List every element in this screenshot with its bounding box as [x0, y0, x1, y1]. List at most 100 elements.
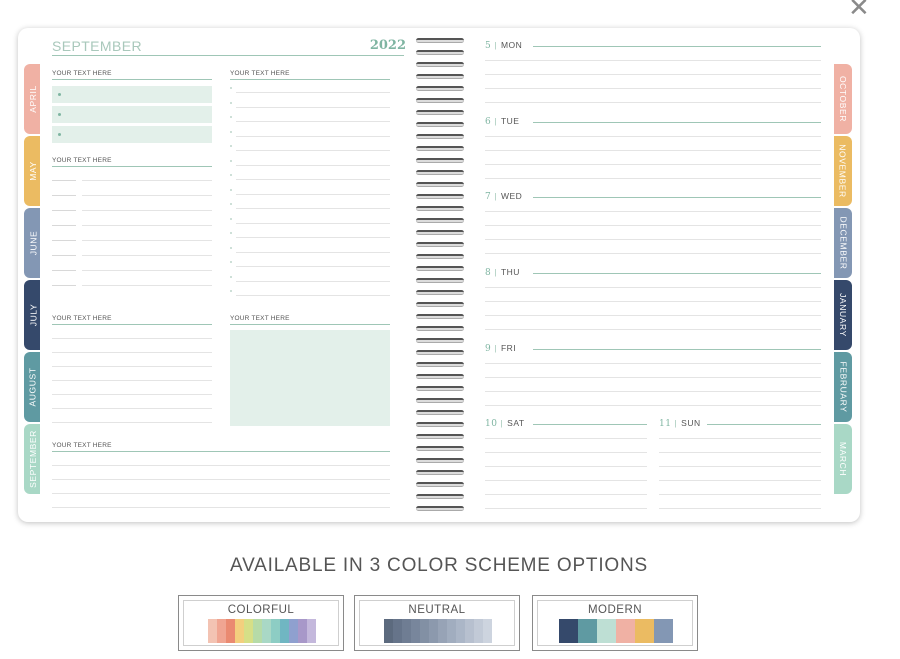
day-rule [533, 273, 821, 274]
spiral-coil [416, 302, 464, 307]
color-swatch [384, 619, 393, 643]
list-line [236, 266, 390, 267]
color-scheme-option-modern[interactable]: MODERN [532, 595, 698, 651]
note-line [52, 479, 390, 480]
spiral-coil [416, 62, 464, 67]
left-tab-label: JUNE [28, 230, 39, 256]
list-line [236, 92, 390, 93]
bullet-dot [230, 275, 232, 278]
day-heading: 6 | TUE [485, 116, 519, 127]
bullet-dot [230, 159, 232, 162]
day-line [485, 315, 821, 316]
day-line [485, 494, 647, 495]
color-scheme-label: MODERN [587, 604, 643, 616]
section-label: YOUR TEXT HERE [52, 442, 112, 449]
color-scheme-option-colorful[interactable]: COLORFUL [178, 595, 344, 651]
day-name: SUN [681, 418, 701, 428]
spiral-coil [416, 386, 464, 391]
color-scheme-option-neutral[interactable]: NEUTRAL [354, 595, 520, 651]
month-tab-january[interactable]: JANUARY [834, 280, 852, 350]
section-label: YOUR TEXT HERE [52, 157, 112, 164]
color-swatch [465, 619, 474, 643]
right-tab-label: MARCH [838, 441, 849, 477]
title-rule [52, 55, 404, 56]
section-rule [230, 79, 390, 80]
bullet-dot [58, 113, 61, 116]
bullet-dot [230, 188, 232, 191]
spiral-coil [416, 458, 464, 463]
day-number: 11 [659, 419, 672, 429]
list-line [236, 280, 390, 282]
section-rule [230, 324, 390, 325]
color-swatch [474, 619, 483, 643]
day-divider: | [494, 343, 497, 353]
spiral-coil [416, 230, 464, 235]
grid-line [82, 195, 212, 196]
year-label: 2022 [369, 38, 406, 53]
day-line [659, 466, 821, 467]
left-tab-label: JULY [28, 303, 38, 327]
list-line [236, 179, 390, 180]
grid-line [82, 255, 212, 256]
grid-dash [52, 240, 76, 241]
list-line [236, 193, 390, 195]
day-line [485, 150, 821, 151]
list-line [236, 121, 390, 122]
color-swatch [307, 619, 316, 643]
spiral-coil [416, 314, 464, 319]
list-line [236, 237, 390, 238]
day-number: 5 [485, 41, 492, 51]
left-tab-label: MAY [28, 161, 38, 181]
grid-dash [52, 195, 76, 196]
color-scheme-heading: AVAILABLE IN 3 COLOR SCHEME OPTIONS [230, 555, 648, 576]
right-page: 5 | MON 6 | TUE 7 | WED 8 | THU 9 | FRI 10 | SAT 11 | SUN [471, 28, 835, 522]
note-line [52, 352, 212, 353]
color-swatch [298, 619, 307, 643]
grid-dash [52, 255, 76, 256]
day-rule [707, 424, 821, 425]
day-name: WED [500, 191, 523, 201]
spiral-coil [416, 170, 464, 175]
day-line [485, 452, 647, 453]
day-line [485, 60, 821, 61]
day-line [485, 74, 821, 75]
day-line [485, 239, 821, 240]
day-line [659, 494, 821, 495]
right-tab-label: DECEMBER [838, 216, 849, 270]
color-swatch [447, 619, 456, 643]
spiral-coil [416, 254, 464, 259]
note-line [52, 422, 212, 423]
note-line [52, 338, 212, 339]
left-tab-label: AUGUST [28, 367, 38, 407]
spiral-coil [416, 446, 464, 451]
month-tab-december[interactable]: DECEMBER [834, 208, 852, 278]
day-divider: | [674, 418, 678, 428]
color-swatch [578, 619, 597, 643]
section-rule [52, 451, 390, 452]
month-tab-march[interactable]: MARCH [834, 424, 852, 494]
color-swatch [208, 619, 217, 643]
spiral-coil [416, 218, 464, 223]
spiral-coil [416, 482, 464, 487]
close-icon[interactable]: ✕ [848, 0, 870, 20]
spiral-coil [416, 98, 464, 103]
color-swatch [280, 619, 289, 643]
checklist-row [52, 106, 212, 123]
month-tab-november[interactable]: NOVEMBER [834, 136, 852, 206]
color-swatch [235, 619, 244, 643]
spiral-coil [416, 38, 464, 43]
color-swatch [226, 619, 235, 643]
spiral-coil [416, 506, 464, 511]
spiral-coil [416, 206, 464, 211]
day-line [485, 480, 647, 481]
color-swatch [402, 619, 411, 643]
grid-dash [52, 180, 76, 181]
list-line [236, 150, 390, 151]
spiral-coil [416, 110, 464, 115]
day-divider: | [494, 116, 497, 126]
day-number: 9 [485, 344, 492, 354]
month-tab-october[interactable]: OCTOBER [834, 64, 852, 134]
month-tab-february[interactable]: FEBRUARY [834, 352, 852, 422]
color-swatch [635, 619, 654, 643]
day-name: TUE [500, 116, 520, 126]
